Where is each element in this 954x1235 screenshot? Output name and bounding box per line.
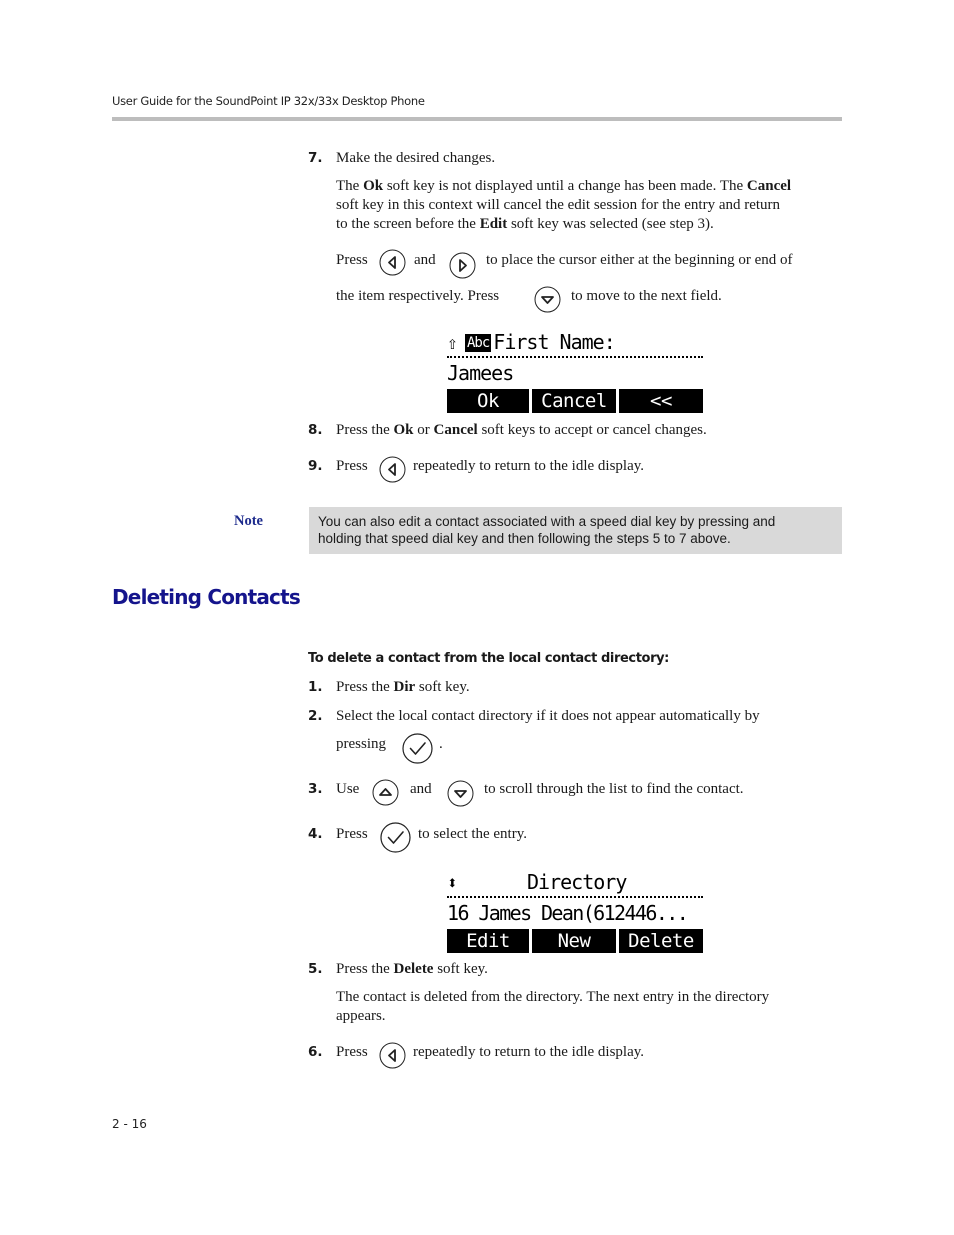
softkey-edit-ref: Edit: [479, 216, 508, 232]
step-text: Select the local contact directory if it…: [336, 708, 760, 724]
note-box: You can also edit a contact associated w…: [309, 507, 842, 554]
shift-arrow-icon: ⇧: [447, 333, 458, 354]
left-arrow-key-icon: [379, 249, 406, 276]
scroll-arrows-icon: ⬍: [447, 873, 458, 894]
dotted-separator: [447, 356, 703, 358]
dotted-separator: [447, 896, 703, 898]
softkey-edit[interactable]: Edit: [447, 929, 529, 953]
step-text: Press the Delete soft key.: [336, 961, 488, 977]
step-text: Press the Dir soft key.: [336, 679, 470, 695]
directory-entry: 16 James Dean(612446...: [447, 901, 689, 925]
step-instruction-text: to move to the next field.: [571, 288, 722, 304]
field-label: First Name:: [493, 330, 615, 354]
left-arrow-key-icon: [379, 1042, 406, 1069]
step-text: Use: [336, 781, 360, 797]
left-arrow-key-icon: [379, 456, 406, 483]
select-check-key-icon: [402, 733, 433, 764]
step-text: repeatedly to return to the idle display…: [413, 1044, 645, 1060]
select-check-key-icon: [380, 822, 411, 853]
step-number: 4.: [308, 826, 323, 842]
step-text: Press: [336, 1044, 368, 1060]
step-instruction-text: and: [414, 252, 436, 268]
step-text: .: [439, 736, 443, 752]
softkey-ok[interactable]: Ok: [447, 389, 529, 413]
running-header: User Guide for the SoundPoint IP 32x/33x…: [112, 94, 425, 108]
section-heading: Deleting Contacts: [112, 585, 301, 609]
softkey-ok-ref: Ok: [363, 178, 384, 194]
step-text: Press: [336, 826, 368, 842]
step-text: pressing: [336, 736, 386, 752]
step-number: 6.: [308, 1044, 323, 1060]
step-text: to scroll through the list to find the c…: [484, 781, 744, 797]
step-text: Press: [336, 458, 368, 474]
step-number: 1.: [308, 679, 323, 695]
step-text: Press the Ok or Cancel soft keys to acce…: [336, 422, 707, 438]
step-text: repeatedly to return to the idle display…: [413, 458, 645, 474]
procedure-heading: To delete a contact from the local conta…: [308, 651, 669, 666]
step-text: and: [410, 781, 432, 797]
step-number: 5.: [308, 961, 323, 977]
phone-screen-edit-contact: ⇧ Abc First Name: Jamees Ok Cancel <<: [447, 329, 703, 413]
down-arrow-key-icon: [534, 286, 561, 313]
step-number: 3.: [308, 781, 323, 797]
softkey-delete[interactable]: Delete: [619, 929, 703, 953]
phone-screen-directory: ⬍ Directory 16 James Dean(612446... Edit …: [447, 869, 703, 953]
step-number: 2.: [308, 708, 323, 724]
header-rule: [112, 117, 842, 121]
step-instruction-text: Press: [336, 252, 368, 268]
input-mode-badge: Abc: [465, 334, 492, 352]
softkey-new[interactable]: New: [532, 929, 616, 953]
step-paragraph: The Ok soft key is not displayed until a…: [336, 178, 792, 232]
softkey-cancel-ref: Cancel: [746, 178, 792, 194]
step-paragraph: The contact is deleted from the director…: [336, 989, 770, 1024]
softkey-bar: Ok Cancel <<: [447, 389, 703, 413]
softkey-back[interactable]: <<: [619, 389, 703, 413]
step-text: Make the desired changes.: [336, 150, 496, 166]
softkey-cancel[interactable]: Cancel: [532, 389, 616, 413]
softkey-bar: Edit New Delete: [447, 929, 703, 953]
step-number: 8.: [308, 422, 323, 438]
right-arrow-key-icon: [449, 252, 476, 279]
screen-title: Directory: [527, 870, 627, 894]
note-label: Note: [234, 513, 263, 529]
field-value: Jamees: [447, 361, 514, 385]
step-text: to select the entry.: [418, 826, 527, 842]
down-arrow-key-icon: [447, 780, 474, 807]
step-number: 9.: [308, 458, 323, 474]
step-number: 7.: [308, 150, 323, 166]
page-number: 2 - 16: [112, 1117, 147, 1131]
step-instruction-text: to place the cursor either at the beginn…: [486, 252, 793, 268]
up-arrow-key-icon: [372, 779, 399, 806]
step-instruction-text: the item respectively. Press: [336, 288, 500, 304]
